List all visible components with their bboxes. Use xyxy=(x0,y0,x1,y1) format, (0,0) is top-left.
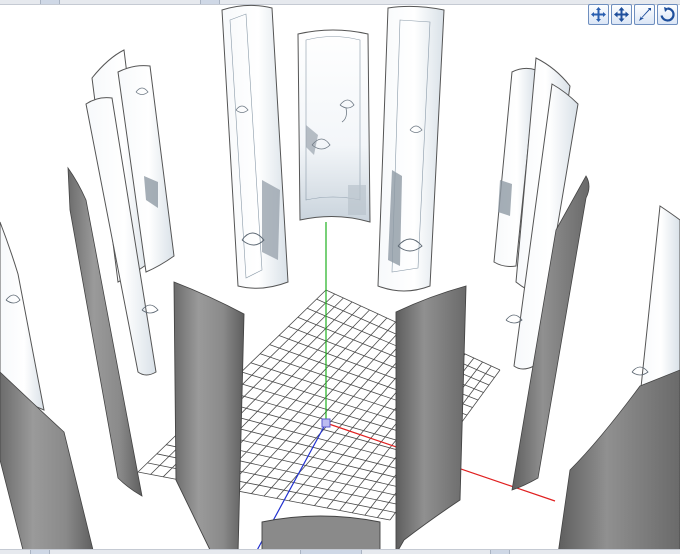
grey-panel-front-left xyxy=(173,281,245,554)
curved-panel-back-center xyxy=(297,29,371,223)
curved-panel-back-right-1 xyxy=(377,5,445,292)
bottom-edge-strip xyxy=(0,549,680,554)
3d-viewport[interactable] xyxy=(0,0,680,554)
strip-tab xyxy=(300,550,362,554)
diagonal-arrow-icon xyxy=(639,8,651,21)
rotate-camera-button[interactable] xyxy=(657,4,678,25)
camera-toolbar xyxy=(588,4,678,25)
grey-panel-left-front-outer xyxy=(0,371,95,554)
grey-side-panels xyxy=(0,166,680,554)
move-arrows-icon xyxy=(591,7,606,22)
zoom-camera-button[interactable] xyxy=(634,4,655,25)
origin-marker xyxy=(321,418,331,428)
move-camera-button[interactable] xyxy=(611,4,632,25)
curved-panel-back-left-1 xyxy=(221,4,289,289)
grey-panel-right-front-outer xyxy=(557,369,680,554)
grey-panel-front-right xyxy=(395,285,467,554)
four-way-arrows-icon xyxy=(614,7,629,22)
pan-camera-button[interactable] xyxy=(588,4,609,25)
rotate-arrow-icon xyxy=(660,7,675,22)
scene-canvas[interactable] xyxy=(0,0,680,554)
strip-tab xyxy=(30,550,50,554)
strip-tab xyxy=(490,550,510,554)
